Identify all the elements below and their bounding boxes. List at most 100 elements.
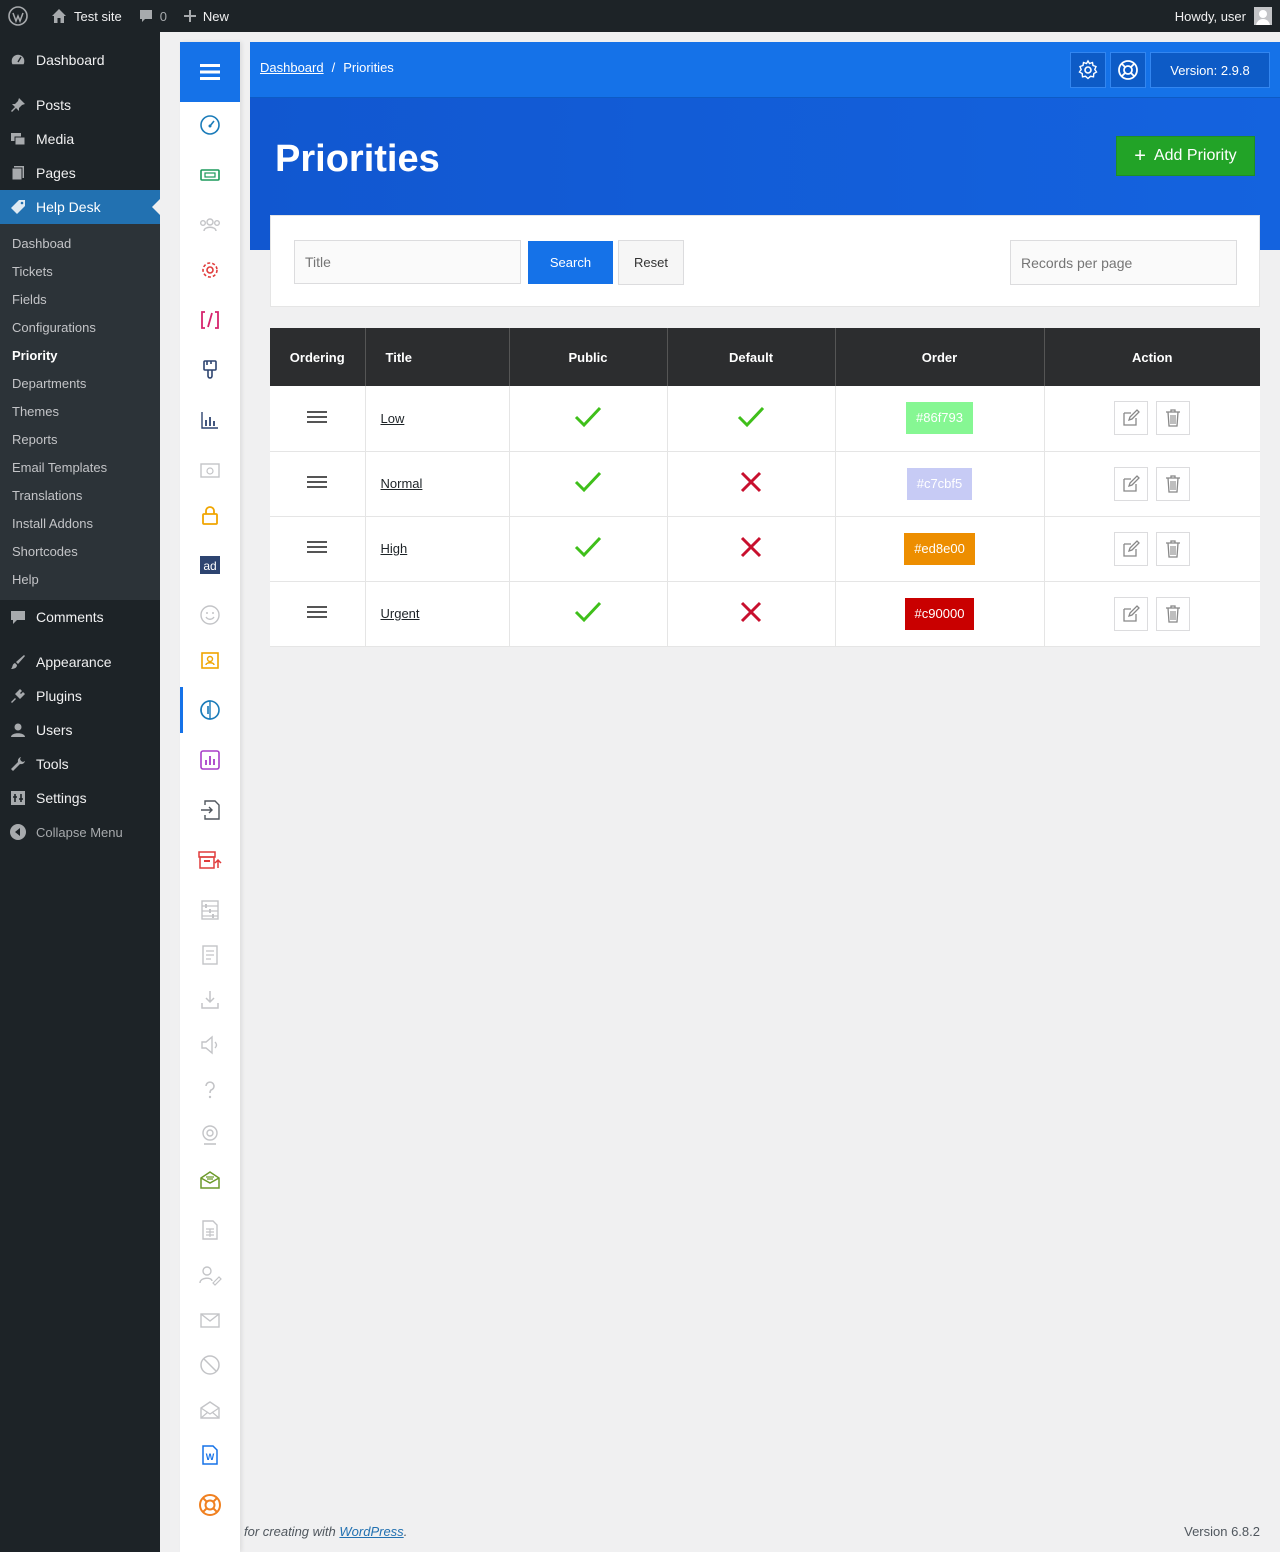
- checkmark-icon[interactable]: [737, 405, 765, 432]
- import-icon[interactable]: [180, 790, 240, 830]
- submenu-configurations[interactable]: Configurations: [0, 314, 160, 342]
- menu-appearance[interactable]: Appearance: [0, 645, 160, 679]
- lock-icon[interactable]: [180, 495, 240, 535]
- breadcrumb-dashboard-link[interactable]: Dashboard: [260, 60, 324, 75]
- trash-icon[interactable]: [1156, 401, 1191, 436]
- users-group-icon[interactable]: [180, 205, 240, 245]
- submenu-help[interactable]: Help: [0, 566, 160, 594]
- trash-icon[interactable]: [1156, 466, 1191, 501]
- checkmark-icon[interactable]: [574, 535, 602, 562]
- checkmark-icon[interactable]: [574, 600, 602, 627]
- settings-button[interactable]: [1070, 52, 1106, 88]
- priority-title-link[interactable]: Normal: [381, 476, 423, 491]
- archive-icon[interactable]: [180, 840, 240, 880]
- site-name-link[interactable]: Test site: [42, 0, 130, 32]
- submenu-dashboad[interactable]: Dashboad: [0, 230, 160, 258]
- priority-icon[interactable]: [180, 687, 240, 733]
- support-button[interactable]: [1110, 52, 1146, 88]
- user-edit-icon[interactable]: [180, 1255, 240, 1295]
- menu-pages[interactable]: Pages: [0, 156, 160, 190]
- menu-media[interactable]: Media: [0, 122, 160, 156]
- submenu-shortcodes[interactable]: Shortcodes: [0, 538, 160, 566]
- edit-icon[interactable]: [1114, 466, 1149, 501]
- my-account[interactable]: Howdy, user: [1175, 0, 1272, 32]
- cross-icon[interactable]: [740, 601, 762, 626]
- dashboard-gauge-icon[interactable]: [180, 105, 240, 145]
- submenu-departments[interactable]: Departments: [0, 370, 160, 398]
- wordpress-logo-icon[interactable]: [0, 0, 42, 32]
- menu-tools[interactable]: Tools: [0, 747, 160, 781]
- edit-icon[interactable]: [1114, 401, 1149, 436]
- title-cell: Low: [365, 386, 510, 452]
- menu-comments[interactable]: Comments: [0, 600, 160, 634]
- trash-icon[interactable]: [1156, 596, 1191, 631]
- ban-icon[interactable]: [180, 1345, 240, 1385]
- filter-bar: Search Reset: [270, 215, 1260, 307]
- question-icon[interactable]: [180, 1070, 240, 1110]
- paint-brush-icon[interactable]: [180, 350, 240, 390]
- checkmark-icon[interactable]: [574, 470, 602, 497]
- settings-gear-icon[interactable]: [180, 250, 240, 290]
- webcam-icon[interactable]: [180, 1115, 240, 1155]
- drag-handle-icon[interactable]: [307, 605, 328, 622]
- title-search-input[interactable]: [294, 240, 521, 284]
- mail-envelope-icon[interactable]: [180, 1160, 240, 1200]
- add-priority-button[interactable]: + Add Priority: [1116, 136, 1255, 176]
- edit-icon[interactable]: [1114, 596, 1149, 631]
- bar-chart-icon[interactable]: [180, 400, 240, 440]
- order-cell: #86f793: [835, 386, 1045, 452]
- reset-button[interactable]: Reset: [618, 240, 684, 285]
- menu-plugins[interactable]: Plugins: [0, 679, 160, 713]
- priority-title-link[interactable]: Urgent: [381, 606, 420, 621]
- megaphone-icon[interactable]: [180, 1025, 240, 1065]
- sidebar-toggle-button[interactable]: [180, 42, 240, 102]
- mail-icon[interactable]: [180, 1300, 240, 1340]
- submenu-tickets[interactable]: Tickets: [0, 258, 160, 286]
- priority-title-link[interactable]: High: [381, 541, 408, 556]
- cross-icon[interactable]: [740, 536, 762, 561]
- submenu-email-templates[interactable]: Email Templates: [0, 454, 160, 482]
- edit-icon[interactable]: [1114, 531, 1149, 566]
- footer-credit: for creating with WordPress.: [244, 1524, 407, 1539]
- menu-users-label: Users: [36, 722, 73, 738]
- word-doc-icon[interactable]: W: [180, 1435, 240, 1475]
- menu-settings-label: Settings: [36, 790, 87, 806]
- submenu-reports[interactable]: Reports: [0, 426, 160, 454]
- agent-card-icon[interactable]: [180, 640, 240, 680]
- spreadsheet-icon[interactable]: [180, 1210, 240, 1250]
- drag-handle-icon[interactable]: [307, 475, 328, 492]
- records-per-page-select[interactable]: [1010, 240, 1237, 285]
- ad-icon[interactable]: ad: [180, 545, 240, 585]
- wordpress-link[interactable]: WordPress: [339, 1524, 403, 1539]
- menu-helpdesk[interactable]: Help Desk: [0, 190, 160, 224]
- open-mail-icon[interactable]: [180, 1390, 240, 1430]
- submenu-translations[interactable]: Translations: [0, 482, 160, 510]
- email-icon[interactable]: [180, 450, 240, 490]
- download-icon[interactable]: [180, 980, 240, 1020]
- comments-link[interactable]: 0: [130, 0, 175, 32]
- submenu-install-addons[interactable]: Install Addons: [0, 510, 160, 538]
- checkmark-icon[interactable]: [574, 405, 602, 432]
- smiley-icon[interactable]: [180, 595, 240, 635]
- collapse-menu-button[interactable]: Collapse Menu: [0, 815, 160, 849]
- notes-icon[interactable]: [180, 935, 240, 975]
- ticket-icon[interactable]: [180, 155, 240, 195]
- drag-handle-icon[interactable]: [307, 410, 328, 427]
- support-lifebuoy-icon[interactable]: [180, 1485, 240, 1525]
- menu-settings[interactable]: Settings: [0, 781, 160, 815]
- cross-icon[interactable]: [740, 471, 762, 496]
- submenu-themes[interactable]: Themes: [0, 398, 160, 426]
- menu-posts[interactable]: Posts: [0, 88, 160, 122]
- search-button[interactable]: Search: [528, 241, 613, 284]
- code-brackets-icon[interactable]: [180, 300, 240, 340]
- trash-icon[interactable]: [1156, 531, 1191, 566]
- submenu-priority[interactable]: Priority: [0, 342, 160, 370]
- menu-dashboard[interactable]: Dashboard: [0, 43, 160, 77]
- submenu-fields[interactable]: Fields: [0, 286, 160, 314]
- menu-users[interactable]: Users: [0, 713, 160, 747]
- priority-title-link[interactable]: Low: [381, 411, 405, 426]
- report-chart-icon[interactable]: [180, 740, 240, 780]
- drag-handle-icon[interactable]: [307, 540, 328, 557]
- new-content-link[interactable]: New: [175, 0, 237, 32]
- abacus-icon[interactable]: [180, 890, 240, 930]
